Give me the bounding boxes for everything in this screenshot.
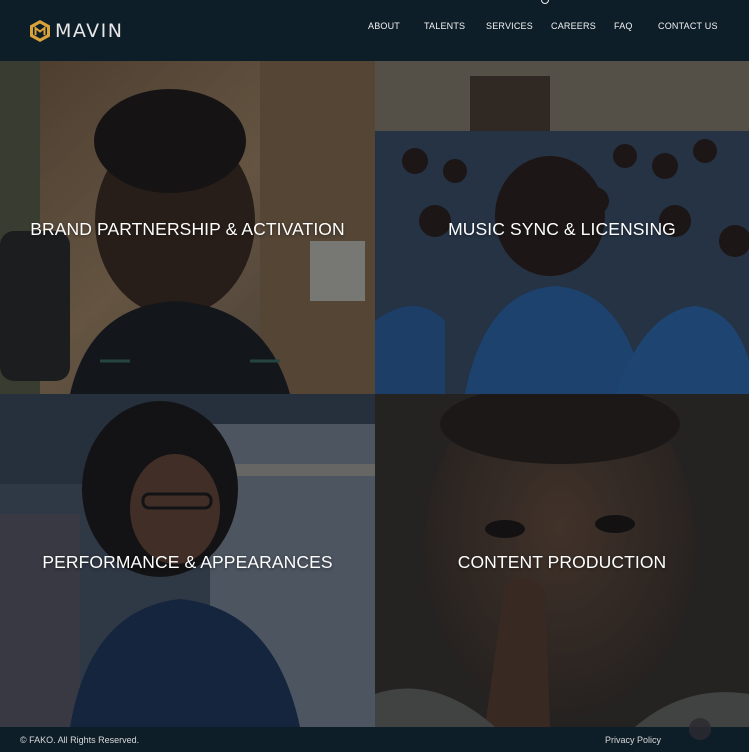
- nav-services[interactable]: SERVICES: [486, 21, 533, 31]
- site-header: MAVIN ABOUT TALENTS SERVICES CAREERS FAQ…: [0, 0, 749, 61]
- nav-contact-us[interactable]: CONTACT US: [658, 21, 718, 31]
- nav-faq[interactable]: FAQ: [614, 21, 633, 31]
- nav-about[interactable]: ABOUT: [368, 21, 400, 31]
- scroll-indicator-icon: [541, 0, 549, 4]
- site-footer: © FAKO. All Rights Reserved. Privacy Pol…: [0, 727, 749, 752]
- tile-label: PERFORMANCE & APPEARANCES: [42, 552, 333, 572]
- service-tile-brand-partnership[interactable]: BRAND PARTNERSHIP & ACTIVATION: [0, 61, 375, 394]
- tile-label: BRAND PARTNERSHIP & ACTIVATION: [30, 219, 345, 239]
- services-grid: BRAND PARTNERSHIP & ACTIVATION MUSIC SYN…: [0, 61, 749, 727]
- service-tile-performance[interactable]: PERFORMANCE & APPEARANCES: [0, 394, 375, 727]
- nav-careers[interactable]: CAREERS: [551, 21, 596, 31]
- chat-widget-icon[interactable]: [689, 718, 711, 740]
- tile-label: MUSIC SYNC & LICENSING: [448, 219, 676, 239]
- service-tile-content-production[interactable]: CONTENT PRODUCTION: [375, 394, 749, 727]
- copyright-text: © FAKO. All Rights Reserved.: [20, 735, 140, 745]
- privacy-policy-link[interactable]: Privacy Policy: [605, 735, 661, 745]
- nav-talents[interactable]: TALENTS: [424, 21, 465, 31]
- main-nav: ABOUT TALENTS SERVICES CAREERS FAQ CONTA…: [0, 21, 749, 35]
- tile-label: CONTENT PRODUCTION: [457, 552, 667, 572]
- service-tile-music-sync[interactable]: MUSIC SYNC & LICENSING: [375, 61, 749, 394]
